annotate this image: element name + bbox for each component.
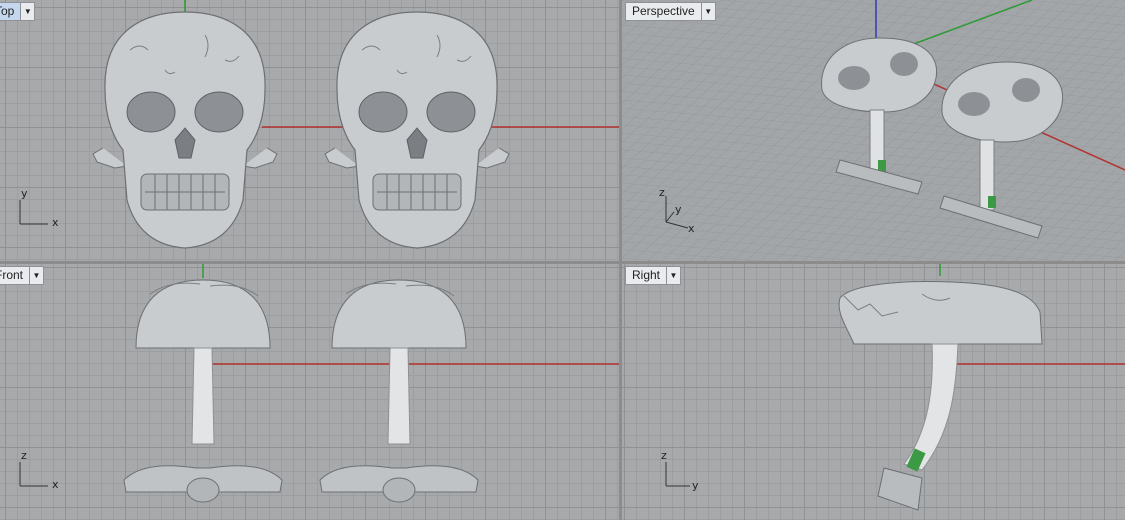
axis-label-v: z: [21, 449, 27, 462]
axis-label-h: x: [688, 222, 695, 235]
axis-indicator-icon: [19, 462, 48, 487]
viewport-menu-dropdown-icon[interactable]: ▼: [700, 3, 715, 20]
axis-label-h: x: [52, 216, 59, 229]
perspective-view-canvas: [622, 0, 1125, 261]
viewport-tab-top[interactable]: Top ▼: [0, 2, 36, 21]
viewport-tab-front[interactable]: Front ▼: [0, 266, 45, 285]
viewport-title: Top: [0, 3, 21, 20]
viewport-top[interactable]: y x Top ▼: [0, 0, 619, 261]
viewport-menu-dropdown-icon[interactable]: ▼: [20, 3, 34, 20]
viewport-tab-right[interactable]: Right ▼: [625, 266, 682, 285]
cufflink-model-side: [838, 281, 1043, 511]
skull-model-1: [92, 11, 278, 249]
viewport-front[interactable]: z x Front ▼: [0, 264, 619, 520]
axis-label-v: y: [21, 187, 28, 200]
skull-model-2: [324, 11, 510, 249]
axis-indicator-icon: [665, 462, 690, 487]
axis-label-h: x: [52, 478, 59, 491]
viewport-tab-perspective[interactable]: Perspective ▼: [625, 2, 716, 21]
axis-label-v: z: [661, 449, 667, 462]
axis-label-h: y: [692, 479, 699, 492]
cufflink-model-2: [319, 279, 479, 503]
top-view-canvas: [19, 0, 619, 249]
axis-label-v: y: [675, 203, 682, 216]
viewport-title: Front: [0, 268, 24, 282]
viewport-title: Right: [632, 268, 661, 282]
axis-label-z: z: [659, 186, 665, 199]
axis-indicator-icon: [19, 200, 48, 225]
viewport-perspective[interactable]: z y x Perspective ▼: [622, 0, 1125, 261]
cufflink-model-1: [123, 279, 283, 503]
front-view-canvas: [19, 264, 619, 503]
viewport-title: Perspective: [632, 4, 695, 18]
viewport-menu-dropdown-icon[interactable]: ▼: [29, 267, 43, 284]
viewport-menu-dropdown-icon[interactable]: ▼: [666, 267, 680, 284]
viewport-right[interactable]: z y Right ▼: [622, 264, 1125, 520]
